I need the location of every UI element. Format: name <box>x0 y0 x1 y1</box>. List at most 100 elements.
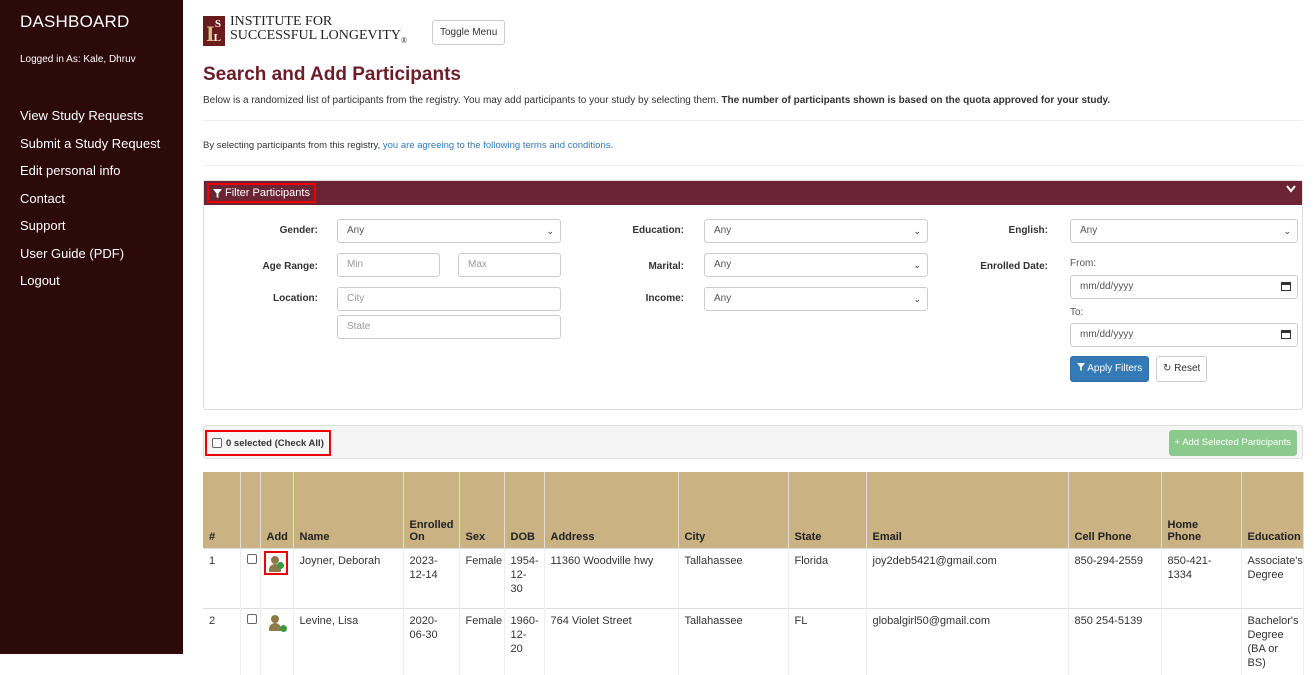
check-all-checkbox[interactable] <box>212 438 222 448</box>
participant-sex: Female <box>459 547 505 608</box>
education-select[interactable]: Any ⌄ <box>704 219 928 243</box>
col-header-number: # <box>203 472 241 548</box>
participant-home-phone: 850-421-1334 <box>1161 547 1242 608</box>
col-header-dob[interactable]: DOB <box>504 472 545 548</box>
reset-button[interactable]: ↻ Reset <box>1156 356 1208 382</box>
sidebar-item-support[interactable]: Support <box>20 218 160 246</box>
col-header-address[interactable]: Address <box>544 472 679 548</box>
institute-logo: I S L INSTITUTE FOR SUCCESSFUL LONGEVITY… <box>203 14 407 48</box>
gender-select-value: Any <box>347 225 365 236</box>
logo-mark-s: S <box>214 18 221 30</box>
filter-participants-toggle[interactable]: Filter Participants <box>207 183 316 203</box>
sidebar-item-edit-personal-info[interactable]: Edit personal info <box>20 163 160 191</box>
english-label: English: <box>1008 225 1048 236</box>
logged-in-user: Logged in As: Kale, Dhruv <box>20 54 136 65</box>
participant-cell-phone: 850-294-2559 <box>1068 547 1162 608</box>
marital-select[interactable]: Any ⌄ <box>704 253 928 277</box>
english-select-value: Any <box>1080 225 1098 236</box>
participant-home-phone <box>1161 607 1242 675</box>
sidebar-link-support[interactable]: Support <box>20 218 66 233</box>
check-all-control[interactable]: 0 selected (Check All) <box>205 430 331 456</box>
logo-mark: I S L <box>203 16 225 46</box>
sidebar-link-edit-personal-info[interactable]: Edit personal info <box>20 163 120 178</box>
participant-enrolled-on: 2023-12-14 <box>403 547 460 608</box>
income-label: Income: <box>645 293 684 304</box>
participant-email: joy2deb5421@gmail.com <box>866 547 1069 608</box>
col-header-city[interactable]: City <box>678 472 789 548</box>
sidebar-item-view-study-requests[interactable]: View Study Requests <box>20 108 160 136</box>
sidebar-item-submit-study-request[interactable]: Submit a Study Request <box>20 136 160 164</box>
toggle-menu-button[interactable]: Toggle Menu <box>432 20 506 45</box>
col-header-cell-phone[interactable]: Cell Phone <box>1068 472 1162 548</box>
row-checkbox[interactable] <box>246 613 257 624</box>
participant-sex: Female <box>459 607 505 675</box>
participant-city: Tallahassee <box>678 607 789 675</box>
sidebar-link-contact[interactable]: Contact <box>20 191 65 206</box>
from-date-input[interactable]: mm/dd/yyyy <box>1070 275 1298 299</box>
row-add-cell <box>260 547 294 608</box>
participant-education: Bachelor's Degree (BA or BS) <box>1241 607 1304 675</box>
terms-link[interactable]: you are agreeing to the following terms … <box>383 140 613 151</box>
filter-header-label: Filter Participants <box>225 187 310 199</box>
participant-address: 764 Violet Street <box>544 607 679 675</box>
col-header-education[interactable]: Education <box>1241 472 1304 548</box>
logo-mark-l: L <box>213 32 221 44</box>
page-title: Search and Add Participants <box>203 64 461 85</box>
chevron-down-icon: ⌄ <box>1283 226 1291 236</box>
sidebar: DASHBOARD Logged in As: Kale, Dhruv View… <box>0 0 183 654</box>
add-selected-participants-button[interactable]: + Add Selected Participants <box>1168 430 1297 456</box>
sidebar-item-contact[interactable]: Contact <box>20 191 160 219</box>
selection-bar: 0 selected (Check All) + Add Selected Pa… <box>203 425 1303 459</box>
col-header-state[interactable]: State <box>788 472 867 548</box>
education-select-value: Any <box>714 225 732 236</box>
logo-line-1: INSTITUTE FOR <box>230 13 333 29</box>
sidebar-item-user-guide[interactable]: User Guide (PDF) <box>20 246 160 274</box>
col-header-home-phone[interactable]: Home Phone <box>1161 472 1242 548</box>
sidebar-link-view-study-requests[interactable]: View Study Requests <box>20 108 143 123</box>
apply-filters-button[interactable]: Apply Filters <box>1070 356 1150 382</box>
gender-label: Gender: <box>279 225 318 236</box>
logo-registered: ® <box>401 35 408 45</box>
sidebar-link-submit-study-request[interactable]: Submit a Study Request <box>20 136 160 151</box>
chevron-down-icon: ⌄ <box>546 226 554 236</box>
divider <box>203 165 1303 166</box>
participant-education: Associate's Degree <box>1241 547 1304 608</box>
table-row: 1 Joyner, Deborah 2023-12-14 Female 1954… <box>203 547 1304 608</box>
age-max-input[interactable]: Max <box>458 253 561 277</box>
row-add-cell <box>260 607 294 675</box>
age-min-input[interactable]: Min <box>337 253 440 277</box>
age-range-label: Age Range: <box>262 261 318 272</box>
participant-name: Levine, Lisa <box>293 607 404 675</box>
description-bold: The number of participants shown is base… <box>721 95 1111 106</box>
col-header-email[interactable]: Email <box>866 472 1069 548</box>
city-input[interactable]: City <box>337 287 561 311</box>
calendar-icon[interactable] <box>1281 282 1291 291</box>
divider <box>203 120 1303 121</box>
sidebar-link-logout[interactable]: Logout <box>20 273 60 288</box>
income-select[interactable]: Any ⌄ <box>704 287 928 311</box>
col-header-name[interactable]: Name <box>293 472 404 548</box>
gender-select[interactable]: Any ⌄ <box>337 219 561 243</box>
state-input[interactable]: State <box>337 315 561 339</box>
income-select-value: Any <box>714 293 732 304</box>
to-date-placeholder: mm/dd/yyyy <box>1080 329 1134 340</box>
enrolled-date-label: Enrolled Date: <box>980 261 1048 272</box>
filter-panel-header[interactable]: Filter Participants <box>204 181 1302 205</box>
chevron-down-icon: ⌄ <box>913 226 921 236</box>
calendar-icon[interactable] <box>1281 330 1291 339</box>
sidebar-link-user-guide[interactable]: User Guide (PDF) <box>20 246 124 261</box>
row-select-cell <box>240 607 261 675</box>
to-date-input[interactable]: mm/dd/yyyy <box>1070 323 1298 347</box>
col-header-enrolled-on[interactable]: Enrolled On <box>403 472 460 548</box>
filter-icon <box>1077 363 1085 371</box>
add-participant-icon[interactable] <box>267 614 287 634</box>
chevron-down-icon[interactable] <box>1286 185 1296 193</box>
add-participant-icon[interactable] <box>263 550 288 575</box>
col-header-add: Add <box>260 472 294 548</box>
sidebar-item-logout[interactable]: Logout <box>20 273 160 301</box>
participant-enrolled-on: 2020-06-30 <box>403 607 460 675</box>
terms-prefix: By selecting participants from this regi… <box>203 140 381 151</box>
col-header-sex[interactable]: Sex <box>459 472 505 548</box>
row-checkbox[interactable] <box>246 553 257 564</box>
english-select[interactable]: Any ⌄ <box>1070 219 1298 243</box>
